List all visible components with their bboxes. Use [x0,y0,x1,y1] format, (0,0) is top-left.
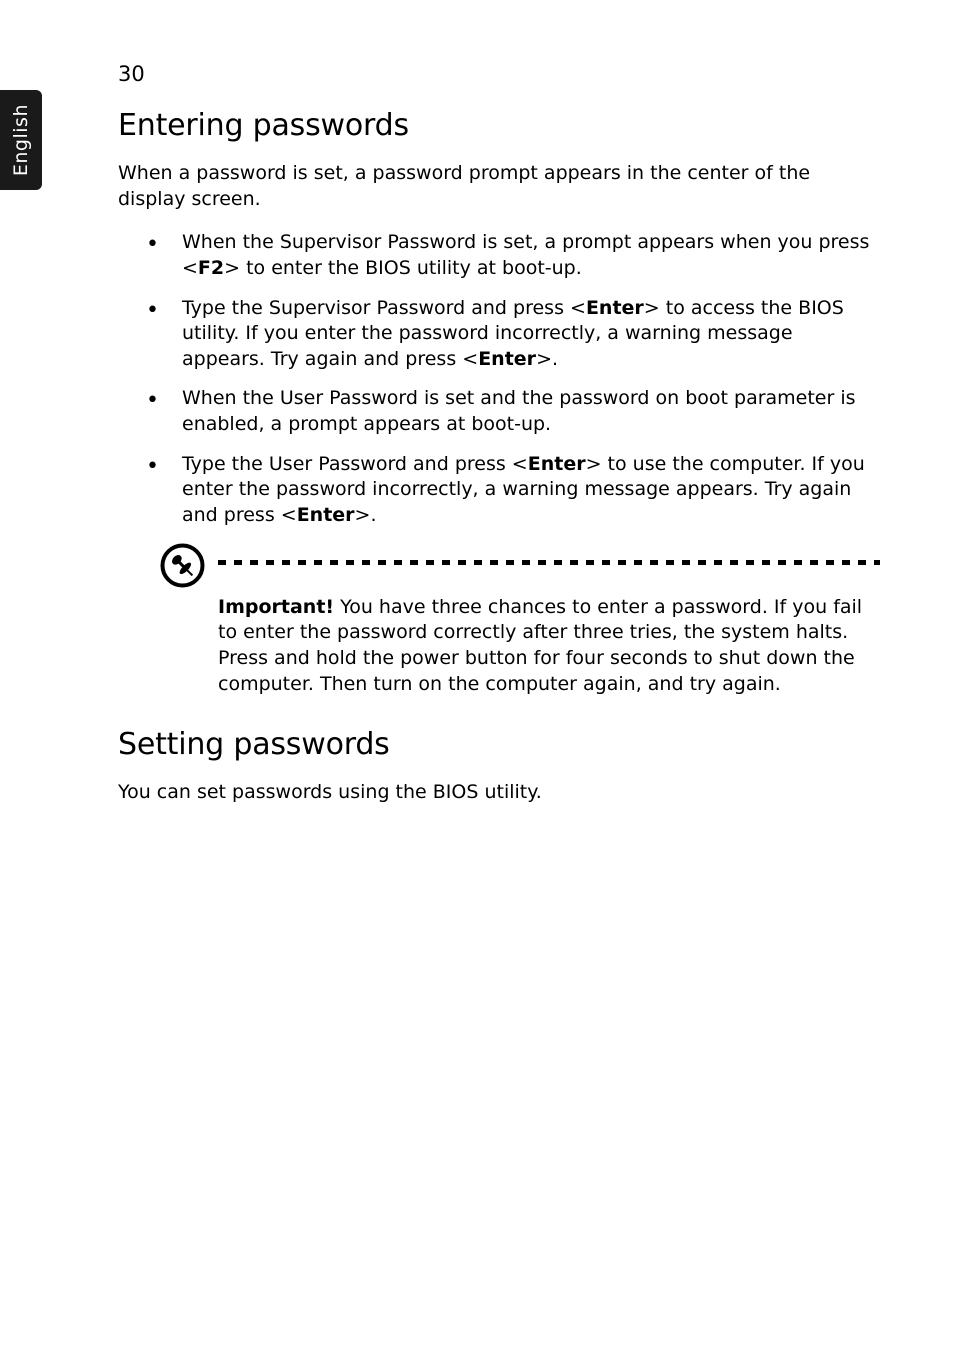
list-item: Type the Supervisor Password and press <… [118,296,876,373]
page-number: 30 [118,62,145,86]
bullet-text: >. [536,348,558,370]
note-text: Important! You have three chances to ent… [218,543,866,698]
pin-icon [160,543,205,588]
side-language-label: English [10,104,32,176]
heading-setting-passwords: Setting passwords [118,727,876,762]
bullet-text: When the User Password is set and the pa… [182,387,856,435]
bullet-text: >. [355,504,377,526]
note-label: Important! [218,596,334,618]
bullet-text: Type the User Password and press < [182,453,528,475]
list-item: Type the User Password and press <Enter>… [118,452,876,529]
intro-paragraph: When a password is set, a password promp… [118,161,876,212]
key-ref: Enter [297,504,355,526]
key-ref: Enter [528,453,586,475]
page-content: Entering passwords When a password is se… [118,108,876,806]
bullet-text: Type the Supervisor Password and press < [182,297,586,319]
side-language-tab: English [0,90,42,190]
setting-paragraph: You can set passwords using the BIOS uti… [118,780,876,806]
important-note-block: Important! You have three chances to ent… [118,543,876,698]
list-item: When the Supervisor Password is set, a p… [118,230,876,281]
key-ref: Enter [586,297,644,319]
key-ref: Enter [478,348,536,370]
bullet-list: When the Supervisor Password is set, a p… [118,230,876,528]
list-item: When the User Password is set and the pa… [118,386,876,437]
key-ref: F2 [198,257,224,279]
heading-entering-passwords: Entering passwords [118,108,876,143]
bullet-text: > to enter the BIOS utility at boot-up. [224,257,582,279]
note-separator-dashes [218,560,880,565]
